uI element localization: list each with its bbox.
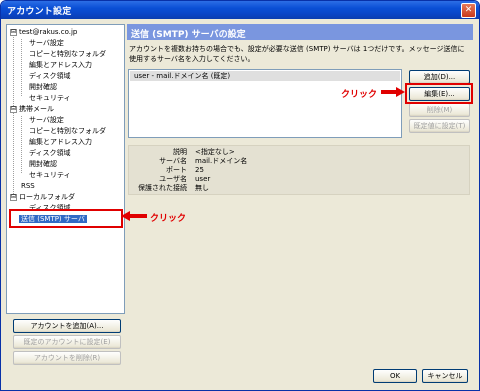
arrow-right-icon xyxy=(396,87,405,97)
tree-item-label: RSS xyxy=(21,182,35,190)
set-default-account-button[interactable]: 既定のアカウントに設定(E) xyxy=(13,335,121,349)
tree-item-label: コピーと特別なフォルダ xyxy=(29,50,106,58)
tree-item-copies-folders[interactable]: コピーと特別なフォルダ xyxy=(29,126,106,137)
tree-item-return-receipts[interactable]: 開封確認 xyxy=(29,82,57,93)
set-default-server-button[interactable]: 既定値に設定(T) xyxy=(409,119,470,133)
collapse-icon[interactable]: ⊟ xyxy=(10,28,17,36)
highlight-box xyxy=(405,83,473,104)
cancel-button[interactable]: キャンセル xyxy=(422,369,468,383)
remove-server-button[interactable]: 削除(M) xyxy=(409,103,470,117)
title-bar[interactable]: アカウント設定 ✕ xyxy=(1,1,479,19)
tree-item-label: test@rakus.co.jp xyxy=(19,28,78,36)
tree-item-label: 携帯メール xyxy=(19,105,54,113)
tree-item-server-settings[interactable]: サーバ設定 xyxy=(29,115,64,126)
tree-local-folders[interactable]: ⊟ ローカルフォルダ xyxy=(10,192,75,203)
tree-item-label: 開封確認 xyxy=(29,83,57,91)
list-item[interactable]: user - mail.ドメイン名 (既定) xyxy=(130,71,400,81)
panel-title: 送信 (SMTP) サーバの設定 xyxy=(131,30,246,40)
click-annotation: クリック xyxy=(341,90,378,100)
tree-account-test[interactable]: ⊟ test@rakus.co.jp xyxy=(10,27,77,38)
tree-item-security[interactable]: セキュリティ xyxy=(29,170,71,181)
detail-key: サーバ名 xyxy=(159,157,187,165)
highlight-box xyxy=(9,209,123,228)
tree-item-label: 開封確認 xyxy=(29,160,57,168)
detail-value: mail.ドメイン名 xyxy=(195,157,248,165)
detail-value: <指定なし> xyxy=(195,148,235,156)
detail-row: 説明 <指定なし> xyxy=(129,148,469,156)
tree-item-label: セキュリティ xyxy=(29,171,71,179)
tree-item-server-settings[interactable]: サーバ設定 xyxy=(29,38,64,49)
server-details: 説明 <指定なし> サーバ名 mail.ドメイン名 ポート 25 ユーザ名 us… xyxy=(128,145,470,195)
detail-value: 無し xyxy=(195,184,209,192)
tree-item-label: 編集とアドレス入力 xyxy=(29,61,92,69)
panel-header: 送信 (SMTP) サーバの設定 xyxy=(127,24,473,40)
arrow-left-icon xyxy=(121,211,130,221)
detail-row: ユーザ名 user xyxy=(129,175,469,183)
close-icon[interactable]: ✕ xyxy=(461,3,476,18)
collapse-icon[interactable]: ⊟ xyxy=(10,105,17,113)
detail-key: 保護された接続 xyxy=(138,184,187,192)
tree-item-label: ディスク領域 xyxy=(29,149,71,157)
delete-account-button[interactable]: アカウントを削除(R) xyxy=(13,351,121,365)
account-tree[interactable]: ⊟ test@rakus.co.jp サーバ設定 コピーと特別なフォルダ 編集とア… xyxy=(6,24,125,314)
detail-key: ユーザ名 xyxy=(159,175,187,183)
click-annotation: クリック xyxy=(150,214,187,224)
detail-key: ポート xyxy=(166,166,187,174)
panel-description: アカウントを複数お持ちの場合でも、設定が必要な送信 (SMTP) サーバは 1つ… xyxy=(129,45,465,63)
arrow-shaft xyxy=(381,90,396,94)
arrow-shaft xyxy=(130,214,147,218)
detail-row: サーバ名 mail.ドメイン名 xyxy=(129,157,469,165)
tree-item-label: 編集とアドレス入力 xyxy=(29,138,92,146)
add-account-button[interactable]: アカウントを追加(A)... xyxy=(13,319,121,333)
tree-item-composition[interactable]: 編集とアドレス入力 xyxy=(29,137,92,148)
tree-item-return-receipts[interactable]: 開封確認 xyxy=(29,159,57,170)
tree-item-composition[interactable]: 編集とアドレス入力 xyxy=(29,60,92,71)
window-title: アカウント設定 xyxy=(7,7,72,17)
detail-row: 保護された接続 無し xyxy=(129,184,469,192)
tree-item-rss[interactable]: RSS xyxy=(21,181,35,192)
collapse-icon[interactable]: ⊟ xyxy=(10,193,17,201)
detail-row: ポート 25 xyxy=(129,166,469,174)
tree-item-label: ディスク領域 xyxy=(29,72,71,80)
smtp-server-list[interactable]: user - mail.ドメイン名 (既定) xyxy=(128,69,402,138)
tree-item-label: コピーと特別なフォルダ xyxy=(29,127,106,135)
ok-button[interactable]: OK xyxy=(373,369,417,383)
tree-account-mobile[interactable]: ⊟ 携帯メール xyxy=(10,104,54,115)
tree-item-label: ローカルフォルダ xyxy=(19,193,75,201)
account-settings-window: アカウント設定 ✕ ⊟ test@rakus.co.jp サーバ設定 コピーと特別… xyxy=(0,0,480,391)
detail-value: 25 xyxy=(195,166,204,174)
add-server-button[interactable]: 追加(D)... xyxy=(409,70,470,84)
tree-item-security[interactable]: セキュリティ xyxy=(29,93,71,104)
tree-item-label: サーバ設定 xyxy=(29,116,64,124)
detail-key: 説明 xyxy=(173,148,187,156)
tree-item-label: セキュリティ xyxy=(29,94,71,102)
tree-item-label: サーバ設定 xyxy=(29,39,64,47)
tree-item-disk-space[interactable]: ディスク領域 xyxy=(29,71,71,82)
detail-value: user xyxy=(195,175,211,183)
tree-item-disk-space[interactable]: ディスク領域 xyxy=(29,148,71,159)
tree-item-copies-folders[interactable]: コピーと特別なフォルダ xyxy=(29,49,106,60)
